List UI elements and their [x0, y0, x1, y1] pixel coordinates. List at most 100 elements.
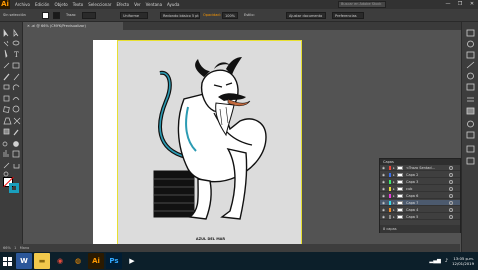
visibility-icon[interactable]: ◉: [382, 194, 385, 198]
layer-row[interactable]: ◉ ▸ cub: [380, 186, 460, 192]
close-button[interactable]: ✕: [468, 0, 476, 9]
artboard-number[interactable]: 1: [14, 246, 16, 250]
artboard[interactable]: AZUL DEL MAR: [93, 40, 302, 250]
layer-name: Capa 3: [406, 180, 419, 184]
eraser-icon: [3, 84, 10, 90]
document-tab-bar: ✕ .ai @ 66% (CMYK/Previsualizar): [23, 22, 478, 30]
expand-icon[interactable]: ▸: [393, 179, 395, 185]
brush-select[interactable]: Redondo básico 5 pt: [160, 12, 200, 19]
layer-row[interactable]: ◉ ▸ Capa 2: [380, 172, 460, 178]
firefox-icon[interactable]: ◍: [70, 253, 86, 269]
layer-row[interactable]: ◉ ▸ Capa 5: [380, 214, 460, 220]
expand-icon[interactable]: ▸: [393, 207, 395, 213]
target-icon[interactable]: [449, 208, 453, 212]
opacity-label[interactable]: Opacidad:: [203, 12, 221, 19]
expand-icon[interactable]: ▸: [393, 200, 395, 206]
expand-icon[interactable]: ▸: [393, 165, 395, 171]
stroke-weight-field[interactable]: [82, 12, 96, 19]
panel-dock-icons: [466, 29, 475, 165]
minimize-button[interactable]: —: [444, 0, 452, 9]
stroke-swatch-control[interactable]: [53, 12, 60, 19]
pencil-icon: [13, 73, 20, 81]
media-icon[interactable]: ▶: [124, 253, 140, 269]
layer-thumbnail: [397, 173, 403, 177]
volume-icon[interactable]: ♪: [445, 258, 448, 264]
stool: [153, 170, 195, 218]
windows-start-icon[interactable]: [0, 252, 14, 270]
layer-name: Capa 7: [406, 201, 419, 205]
layer-count: 8 capas: [383, 227, 397, 231]
direct-select-icon: [13, 28, 19, 37]
visibility-icon[interactable]: ◉: [382, 201, 385, 205]
layer-row[interactable]: ◉ ▸ Capa 4: [380, 207, 460, 213]
expand-icon[interactable]: ▸: [393, 172, 395, 178]
menu-objeto[interactable]: Objeto: [54, 0, 67, 9]
target-icon[interactable]: [449, 173, 453, 177]
line-icon: [3, 62, 10, 69]
maximize-button[interactable]: ❐: [456, 0, 464, 9]
visibility-icon[interactable]: ◉: [382, 166, 385, 170]
fill-swatch-control[interactable]: [42, 12, 49, 19]
opacity-field[interactable]: 100%: [222, 12, 238, 19]
target-icon[interactable]: [449, 180, 453, 184]
expand-icon[interactable]: ▸: [393, 214, 395, 220]
layer-row[interactable]: ◉ ▸ Capa 3: [380, 179, 460, 185]
menu-ayuda[interactable]: Ayuda: [167, 0, 179, 9]
menu-bar: Ai Archivo Edición Objeto Texto Seleccio…: [0, 0, 478, 9]
word-icon[interactable]: W: [16, 253, 32, 269]
layer-name: <Trazo Sentad...: [406, 166, 435, 170]
photoshop-icon[interactable]: Ps: [106, 253, 122, 269]
clock[interactable]: 13:05 p.m. 12/01/2019: [452, 256, 474, 266]
windows-taskbar: W ▬ ◉ ◍ Ai Ps ▶ ▂▄▆ ♪ 13:05 p.m. 12/01/2…: [0, 252, 478, 270]
symbol-sprayer-icon: [13, 141, 19, 147]
artwork-frame[interactable]: AZUL DEL MAR: [117, 40, 302, 248]
target-icon[interactable]: [449, 194, 453, 198]
chrome-icon[interactable]: ◉: [52, 253, 68, 269]
color-guide-icon: [467, 40, 474, 48]
fill-stroke-swatches[interactable]: [3, 177, 19, 193]
layer-row[interactable]: ◉ ▸ <Trazo Sentad...: [380, 165, 460, 171]
visibility-icon[interactable]: ◉: [382, 208, 385, 212]
layer-row-selected[interactable]: ◉ ▸ Capa 7: [380, 200, 460, 206]
zoom-level[interactable]: 66%: [3, 246, 11, 250]
target-icon[interactable]: [449, 187, 453, 191]
target-icon[interactable]: [449, 201, 453, 205]
menu-ventana[interactable]: Ventana: [146, 0, 162, 9]
expand-icon[interactable]: ▸: [393, 193, 395, 199]
illustrator-icon[interactable]: Ai: [88, 253, 104, 269]
visibility-icon[interactable]: ◉: [382, 187, 385, 191]
menu-texto[interactable]: Texto: [73, 0, 84, 9]
graph-icon: [3, 150, 9, 157]
visibility-icon[interactable]: ◉: [382, 180, 385, 184]
menu-seleccionar[interactable]: Seleccionar: [88, 0, 111, 9]
variable-width-select[interactable]: Uniforme: [120, 12, 148, 19]
layer-name: Capa 2: [406, 173, 419, 177]
target-icon[interactable]: [449, 215, 453, 219]
eyedropper-icon: [13, 129, 19, 136]
style-label: Estilo:: [244, 13, 255, 17]
layer-name: cub: [406, 187, 413, 191]
shape-builder-icon: [12, 105, 20, 113]
file-explorer-icon[interactable]: ▬: [34, 253, 50, 269]
artboard-icon: [12, 150, 20, 158]
layer-thumbnail: [397, 194, 403, 198]
network-icon[interactable]: ▂▄▆: [429, 258, 441, 264]
target-icon[interactable]: [449, 166, 453, 170]
expand-icon[interactable]: ▸: [393, 186, 395, 192]
stroke-swatch[interactable]: [9, 183, 19, 193]
menu-efecto[interactable]: Efecto: [116, 0, 129, 9]
menu-archivo[interactable]: Archivo: [15, 0, 30, 9]
illustrator-logo: Ai: [0, 0, 10, 9]
visibility-icon[interactable]: ◉: [382, 215, 385, 219]
layer-row[interactable]: ◉ ▸ Capa 6: [380, 193, 460, 199]
layers-dock-icon: [466, 145, 475, 153]
appearance-icon: [466, 131, 475, 139]
document-tab[interactable]: ✕ .ai @ 66% (CMYK/Previsualizar): [23, 22, 123, 30]
document-setup-button[interactable]: Ajustar documento: [286, 12, 326, 19]
stock-search-input[interactable]: Buscar en Adobe Stock: [338, 1, 386, 8]
menu-ver[interactable]: Ver: [134, 0, 141, 9]
menu-edicion[interactable]: Edición: [35, 0, 49, 9]
stroke-label: Trazo:: [66, 13, 77, 17]
visibility-icon[interactable]: ◉: [382, 173, 385, 177]
preferences-button[interactable]: Preferencias: [332, 12, 364, 19]
